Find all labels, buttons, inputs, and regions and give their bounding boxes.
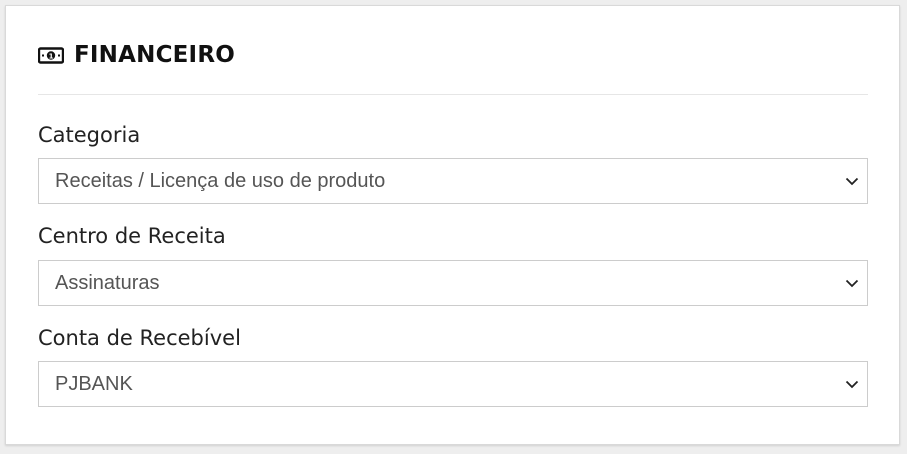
conta-recebivel-select[interactable]: PJBANK <box>38 361 868 407</box>
chevron-down-icon <box>845 279 859 287</box>
categoria-label: Categoria <box>38 123 141 147</box>
categoria-value: Receitas / Licença de uso de produto <box>55 169 386 192</box>
chevron-down-icon <box>845 380 859 388</box>
centro-receita-value: Assinaturas <box>55 271 160 294</box>
section-title: FINANCEIRO <box>74 42 235 68</box>
conta-recebivel-label: Conta de Recebível <box>38 326 241 350</box>
conta-recebivel-value: PJBANK <box>55 372 133 395</box>
categoria-select[interactable]: Receitas / Licença de uso de produto <box>38 158 868 204</box>
money-bill-icon: 1 <box>38 46 64 64</box>
centro-receita-select[interactable]: Assinaturas <box>38 260 868 306</box>
financeiro-panel: 1 FINANCEIRO Categoria Receitas / Licenç… <box>5 5 900 445</box>
section-header: 1 FINANCEIRO <box>38 42 235 68</box>
header-divider <box>38 94 868 95</box>
svg-text:1: 1 <box>49 52 54 60</box>
centro-receita-label: Centro de Receita <box>38 224 226 248</box>
chevron-down-icon <box>845 177 859 185</box>
